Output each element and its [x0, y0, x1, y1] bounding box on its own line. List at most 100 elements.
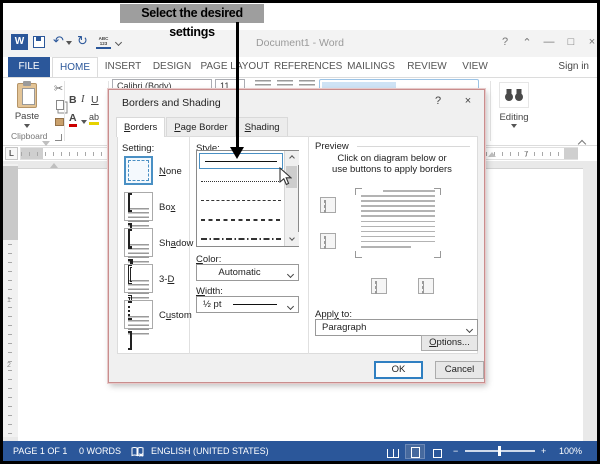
collapse-ribbon-icon[interactable]	[579, 134, 585, 152]
setting-box-label[interactable]: Box	[159, 202, 175, 213]
lp: stom	[171, 310, 192, 321]
help-icon[interactable]: ?	[497, 36, 513, 48]
ribbon-display-icon[interactable]: ⌃	[519, 36, 535, 49]
cut-icon[interactable]: ✂	[54, 82, 63, 95]
page-count[interactable]: PAGE 1 OF 1	[13, 441, 67, 461]
tab-page-layout[interactable]: PAGE LAYOUT	[198, 57, 272, 77]
mouse-cursor	[279, 167, 292, 191]
dialog-tab-borders[interactable]: Borders	[116, 117, 165, 137]
tab-label-part: age Border	[181, 122, 228, 133]
setting-shadow-icon[interactable]	[124, 228, 153, 257]
zoom-in-button[interactable]: +	[541, 441, 546, 461]
tab-insert[interactable]: INSERT	[100, 57, 146, 77]
setting-shadow-label[interactable]: Shadow	[159, 238, 193, 249]
tab-review[interactable]: REVIEW	[402, 57, 452, 77]
color-dropdown-icon[interactable]	[283, 265, 298, 280]
dialog-title: Borders and Shading	[122, 97, 221, 109]
setting-none-label[interactable]: None	[159, 166, 182, 177]
dialog-tab-page-border[interactable]: Page Border	[166, 117, 235, 136]
preview-label: Preview	[315, 141, 349, 152]
setting-custom-label[interactable]: Custom	[159, 310, 192, 321]
style-option-dotted[interactable]	[201, 181, 281, 182]
highlight-button[interactable]: ab	[89, 112, 99, 125]
width-select[interactable]: ½ pt	[196, 296, 299, 313]
preview-diagram[interactable]	[355, 188, 441, 258]
setting-3d-icon[interactable]	[124, 264, 153, 293]
proofing-icon[interactable]	[131, 445, 144, 457]
tab-design[interactable]: DESIGN	[148, 57, 196, 77]
cancel-button[interactable]: Cancel	[435, 361, 484, 379]
style-option-dashed-fine[interactable]	[201, 200, 281, 201]
tab-file[interactable]: FILE	[8, 57, 50, 77]
font-color-caret-icon[interactable]	[81, 120, 87, 124]
width-dropdown-icon[interactable]	[283, 297, 298, 312]
find-button[interactable]	[499, 82, 529, 108]
editing-group-button[interactable]: Editing	[492, 112, 536, 123]
tab-view[interactable]: VIEW	[454, 57, 496, 77]
lp: O	[429, 337, 436, 348]
dialog-close-icon[interactable]: ×	[459, 95, 477, 107]
language-indicator[interactable]: ENGLISH (UNITED STATES)	[151, 441, 269, 461]
web-layout-icon[interactable]	[428, 445, 446, 458]
dialog-tab-shading[interactable]: Shading	[237, 117, 288, 136]
bold-button[interactable]: B	[69, 94, 77, 106]
style-option-dashed[interactable]	[201, 219, 281, 221]
bottom-border-button[interactable]	[320, 233, 336, 249]
horizontal-ruler-right: 7	[485, 147, 578, 160]
scroll-down-icon[interactable]	[285, 232, 299, 246]
dialog-tab-strip: Borders Page Border Shading	[116, 117, 289, 137]
apply-to-select[interactable]: Paragraph	[315, 319, 478, 336]
right-indent-marker[interactable]	[488, 152, 496, 157]
tab-selector[interactable]: L	[5, 147, 18, 160]
editing-caret-icon[interactable]	[511, 124, 517, 128]
color-select[interactable]: Automatic	[196, 264, 299, 281]
setting-label: Setting:	[122, 143, 154, 154]
style-option-dash-dot[interactable]	[201, 238, 281, 240]
zoom-slider-thumb[interactable]	[498, 446, 501, 456]
vruler-number-1: 1	[7, 297, 11, 304]
right-border-button[interactable]	[418, 278, 434, 294]
scroll-up-icon[interactable]	[285, 151, 299, 165]
lp: Bo	[159, 202, 171, 213]
binoculars-icon	[504, 87, 524, 103]
minimize-icon[interactable]: —	[541, 36, 557, 48]
style-listbox[interactable]	[196, 150, 299, 247]
font-color-button[interactable]: A	[69, 112, 77, 127]
zoom-out-button[interactable]: −	[453, 441, 458, 461]
options-button[interactable]: Options...	[421, 335, 478, 351]
tab-mailings[interactable]: MAILINGS	[342, 57, 400, 77]
preview-instruction-1: Click on diagram below or	[312, 153, 472, 164]
sign-in-link[interactable]: Sign in	[558, 57, 589, 77]
apply-to-dropdown-icon[interactable]	[462, 320, 477, 335]
ok-button[interactable]: OK	[374, 361, 423, 379]
tab-home[interactable]: HOME	[52, 57, 98, 77]
format-painter-icon[interactable]	[55, 118, 64, 126]
setting-3d-label[interactable]: 3-D	[159, 274, 174, 285]
setting-none-icon[interactable]	[124, 156, 153, 185]
lp: D	[167, 274, 174, 285]
dialog-help-icon[interactable]: ?	[429, 95, 447, 107]
close-icon[interactable]: ×	[584, 36, 600, 48]
print-layout-icon[interactable]	[406, 445, 424, 458]
read-mode-icon[interactable]	[384, 445, 402, 458]
indent-marker[interactable]	[42, 146, 51, 160]
status-bar: PAGE 1 OF 1 0 WORDS ENGLISH (UNITED STAT…	[3, 441, 597, 461]
style-scrollbar[interactable]	[284, 151, 298, 246]
copy-icon[interactable]	[56, 100, 64, 110]
word-window: Select the desired settings W ↶ ↻ ABC123…	[0, 0, 600, 464]
setting-box-icon[interactable]	[124, 192, 153, 221]
restore-icon[interactable]: □	[563, 36, 579, 48]
paste-button[interactable]: Paste	[7, 111, 47, 122]
paste-caret-icon[interactable]	[24, 124, 30, 128]
tab-references[interactable]: REFERENCES	[274, 57, 340, 77]
callout-arrow-line	[236, 22, 239, 148]
left-border-button[interactable]	[371, 278, 387, 294]
paste-clip-icon	[23, 81, 31, 86]
underline-button[interactable]: U	[91, 94, 99, 106]
clipboard-dialog-launcher-icon[interactable]	[55, 134, 62, 141]
italic-button[interactable]: I	[81, 94, 85, 105]
top-border-button[interactable]	[320, 197, 336, 213]
word-count[interactable]: 0 WORDS	[79, 441, 121, 461]
zoom-level[interactable]: 100%	[559, 441, 582, 461]
setting-custom-icon[interactable]	[124, 300, 153, 329]
